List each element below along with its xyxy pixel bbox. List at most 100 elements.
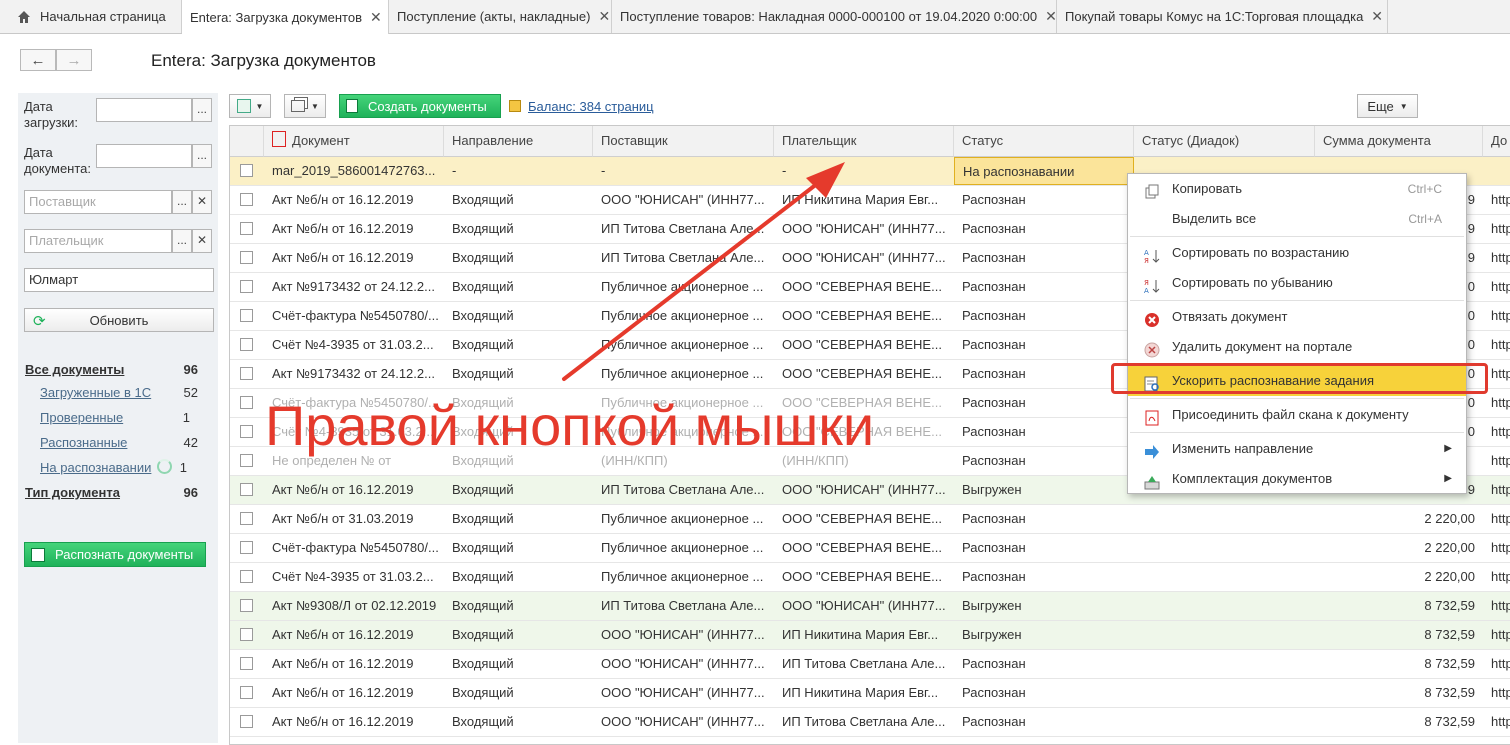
row-checkbox[interactable]	[240, 512, 253, 525]
payer-clear-button[interactable]: ✕	[192, 229, 212, 253]
annotation-arrow	[562, 162, 845, 381]
close-icon[interactable]: ✕	[370, 9, 382, 26]
row-checkbox[interactable]	[240, 454, 253, 467]
table-row[interactable]: Акт №9308/Л от 02.12.2019 Входящий ИП Тито…	[230, 592, 1510, 621]
row-checkbox[interactable]	[240, 425, 253, 438]
row-checkbox[interactable]	[240, 309, 253, 322]
row-checkbox[interactable]	[240, 222, 253, 235]
payer-select-button[interactable]: ...	[172, 229, 192, 253]
supplier-input[interactable]: Поставщик	[24, 190, 172, 214]
cell-link: http	[1491, 279, 1510, 294]
close-icon[interactable]: ✕	[598, 8, 610, 25]
menu-item-copy[interactable]: Копировать Ctrl+C	[1128, 174, 1466, 204]
supplier-clear-button[interactable]: ✕	[192, 190, 212, 214]
cell-link: http	[1491, 424, 1510, 439]
column-header-diadoc-status[interactable]: Статус (Диадок)	[1134, 126, 1315, 157]
menu-item-sort-desc[interactable]: ЯА Сортировать по убыванию	[1128, 268, 1466, 298]
nav-doc-type[interactable]: Тип документа	[25, 485, 120, 500]
row-checkbox[interactable]	[240, 570, 253, 583]
menu-item-change-direction[interactable]: Изменить направление ▶	[1128, 434, 1466, 464]
cell-sum: 8 732,59	[1424, 685, 1475, 700]
row-checkbox[interactable]	[240, 657, 253, 670]
row-checkbox[interactable]	[240, 541, 253, 554]
cell-link: http	[1491, 627, 1510, 642]
cell-status: Распознан	[962, 308, 1026, 323]
nav-count: 52	[183, 385, 198, 400]
doc-date-picker-button[interactable]: ...	[192, 144, 212, 168]
row-checkbox[interactable]	[240, 280, 253, 293]
row-checkbox[interactable]	[240, 193, 253, 206]
tab-marketplace[interactable]: Покупай товары Комус на 1С:Торговая площ…	[1057, 0, 1388, 33]
nav-all-documents[interactable]: Все документы	[25, 362, 124, 377]
check-all-button[interactable]: ▼	[229, 94, 271, 118]
page-title: Entera: Загрузка документов	[151, 51, 376, 70]
forward-button[interactable]: →	[56, 49, 92, 71]
row-checkbox[interactable]	[240, 715, 253, 728]
row-checkbox[interactable]	[240, 338, 253, 351]
column-header-extra[interactable]: До	[1483, 126, 1510, 157]
menu-item-attach-scan[interactable]: Присоединить файл скана к документу	[1128, 400, 1466, 430]
nav-recognized[interactable]: Распознанные	[40, 435, 127, 450]
close-icon[interactable]: ✕	[1045, 8, 1056, 25]
row-checkbox[interactable]	[240, 686, 253, 699]
row-checkbox[interactable]	[240, 396, 253, 409]
table-row[interactable]: Акт №б/н от 31.03.2019 Входящий Публичное …	[230, 505, 1510, 534]
cell-link: http	[1491, 714, 1510, 729]
table-row[interactable]: Акт №б/н от 16.12.2019 Входящий ООО "ЮНИСА…	[230, 679, 1510, 708]
nav-loaded[interactable]: Загруженные в 1С	[40, 385, 151, 400]
cell-link	[1483, 157, 1510, 185]
back-button[interactable]: ←	[20, 49, 56, 71]
menu-item-sort-asc[interactable]: АЯ Сортировать по возрастанию	[1128, 238, 1466, 268]
doc-date-input[interactable]	[96, 144, 192, 168]
menu-item-documents-kit[interactable]: Комплектация документов ▶	[1128, 464, 1466, 494]
row-checkbox[interactable]	[240, 367, 253, 380]
table-row[interactable]: Акт №б/н от 16.12.2019 Входящий ООО "ЮНИСА…	[230, 621, 1510, 650]
more-button[interactable]: Еще ▼	[1357, 94, 1418, 118]
refresh-button[interactable]: ⟳ Обновить	[24, 308, 214, 332]
column-header-check[interactable]	[230, 126, 264, 157]
cell-status: Распознан	[962, 192, 1026, 207]
table-row[interactable]: Счёт №4-3935 от 31.03.2... Входящий Публич…	[230, 563, 1510, 592]
cell-status: Распознан	[962, 453, 1026, 468]
upload-date-input[interactable]	[96, 98, 192, 122]
table-row[interactable]: Акт №б/н от 16.12.2019 Входящий ООО "ЮНИСА…	[230, 650, 1510, 679]
cell-link: http	[1491, 395, 1510, 410]
cell-link: http	[1491, 685, 1510, 700]
cell-dir: Входящий	[452, 656, 514, 671]
tab-receipts[interactable]: Поступление (акты, накладные) ✕	[389, 0, 612, 33]
cell-dir: Входящий	[452, 540, 514, 555]
column-header-sum[interactable]: Сумма документа	[1315, 126, 1483, 157]
tab-entera[interactable]: Entera: Загрузка документов ✕	[182, 0, 389, 34]
recognize-documents-button[interactable]: Распознать документы	[24, 542, 206, 567]
row-checkbox[interactable]	[240, 164, 253, 177]
tab-invoice[interactable]: Поступление товаров: Накладная 0000-0001…	[612, 0, 1057, 33]
search-input[interactable]: Юлмарт	[24, 268, 214, 292]
nav-count: 96	[183, 362, 198, 377]
close-icon[interactable]: ✕	[1371, 8, 1383, 25]
menu-item-delete-portal[interactable]: Удалить документ на портале	[1128, 332, 1466, 362]
payer-input[interactable]: Плательщик	[24, 229, 172, 253]
supplier-select-button[interactable]: ...	[172, 190, 192, 214]
menu-item-select-all[interactable]: Выделить все Ctrl+A	[1128, 204, 1466, 234]
menu-item-unlink[interactable]: Отвязать документ	[1128, 302, 1466, 332]
menu-label: Присоединить файл скана к документу	[1172, 407, 1409, 422]
cell-status: Распознан	[962, 685, 1026, 700]
nav-checked[interactable]: Проверенные	[40, 410, 123, 425]
row-checkbox[interactable]	[240, 628, 253, 641]
row-checkbox[interactable]	[240, 599, 253, 612]
table-row[interactable]: Счёт-фактура №5450780/... Входящий Публичн…	[230, 534, 1510, 563]
refresh-label: Обновить	[89, 312, 149, 328]
upload-date-picker-button[interactable]: ...	[192, 98, 212, 122]
row-checkbox[interactable]	[240, 483, 253, 496]
balance-link[interactable]: Баланс: 384 страниц	[528, 99, 654, 114]
column-header-document[interactable]: Документ	[264, 126, 444, 157]
copy-menu-button[interactable]: ▼	[284, 94, 326, 118]
column-header-status[interactable]: Статус	[954, 126, 1134, 157]
tab-home[interactable]: Начальная страница	[0, 0, 182, 33]
nav-recognizing[interactable]: На распознавании	[40, 460, 151, 475]
cell-payer: ООО "СЕВЕРНАЯ ВЕНЕ...	[782, 511, 942, 526]
table-row[interactable]: Акт №б/н от 16.12.2019 Входящий ООО "ЮНИСА…	[230, 708, 1510, 737]
cell-status: Распознан	[962, 540, 1026, 555]
create-documents-button[interactable]: Создать документы	[339, 94, 501, 118]
row-checkbox[interactable]	[240, 251, 253, 264]
